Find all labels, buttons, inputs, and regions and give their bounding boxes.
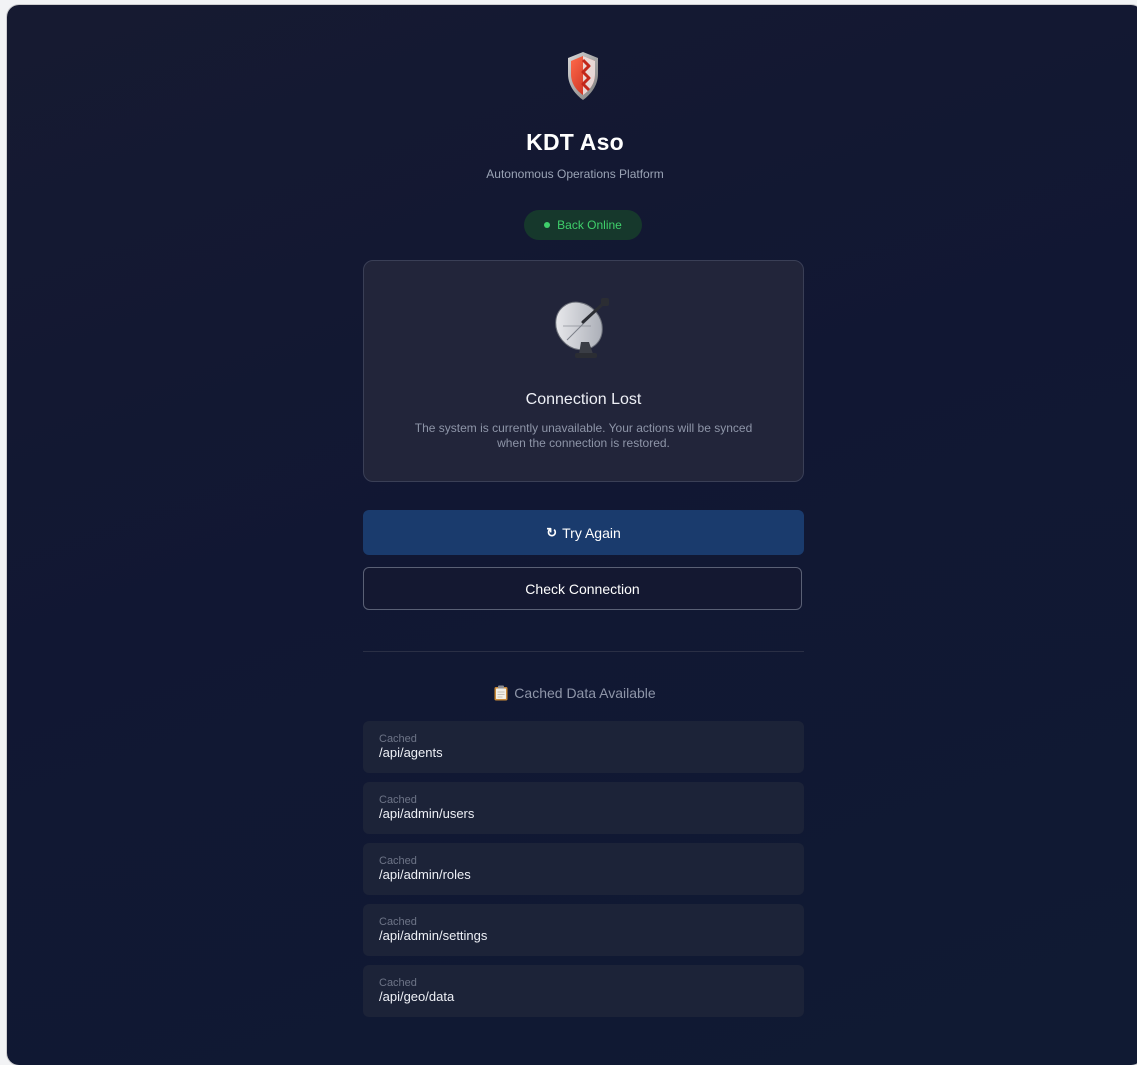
app-window: KDT Aso Autonomous Operations Platform B… <box>7 5 1137 1065</box>
status-dot-icon <box>544 222 551 228</box>
card-title: Connection Lost <box>525 391 642 408</box>
cache-item[interactable]: Cached /api/geo/data <box>363 965 804 1017</box>
refresh-icon: ↻ <box>546 524 558 540</box>
cache-item-label: Cached <box>379 855 417 867</box>
app-subtitle: Autonomous Operations Platform <box>486 167 664 181</box>
check-connection-button[interactable]: Check Connection <box>363 567 802 610</box>
cache-item-label: Cached <box>379 977 417 989</box>
cache-item-label: Cached <box>379 916 417 928</box>
try-again-button[interactable]: ↻ Try Again <box>363 510 804 555</box>
card-description: The system is currently unavailable. You… <box>414 421 753 450</box>
clipboard-icon <box>494 685 508 701</box>
cache-item-path: /api/admin/settings <box>379 928 488 943</box>
cache-item-path: /api/admin/roles <box>379 867 471 882</box>
status-label: Back Online <box>557 218 622 232</box>
status-badge: Back Online <box>524 210 642 240</box>
cache-item[interactable]: Cached /api/admin/users <box>363 782 804 834</box>
cache-item-label: Cached <box>379 733 417 745</box>
shield-logo-icon <box>568 52 598 100</box>
connection-lost-card: Connection Lost The system is currently … <box>363 260 804 482</box>
check-connection-label: Check Connection <box>525 580 640 597</box>
try-again-label: Try Again <box>562 524 621 541</box>
cache-item[interactable]: Cached /api/admin/roles <box>363 843 804 895</box>
cache-list: Cached /api/agents Cached /api/admin/use… <box>363 721 804 1026</box>
cache-heading: Cached Data Available <box>7 685 1137 701</box>
cache-item[interactable]: Cached /api/agents <box>363 721 804 773</box>
cache-item-path: /api/geo/data <box>379 989 455 1004</box>
cache-heading-label: Cached Data Available <box>514 685 656 701</box>
cache-item-label: Cached <box>379 794 417 806</box>
cache-item[interactable]: Cached /api/admin/settings <box>363 904 804 956</box>
section-divider <box>363 651 804 652</box>
satellite-dish-icon <box>555 298 609 358</box>
app-title: KDT Aso <box>526 129 624 155</box>
cache-item-path: /api/admin/users <box>379 806 475 821</box>
cache-item-path: /api/agents <box>379 745 443 760</box>
